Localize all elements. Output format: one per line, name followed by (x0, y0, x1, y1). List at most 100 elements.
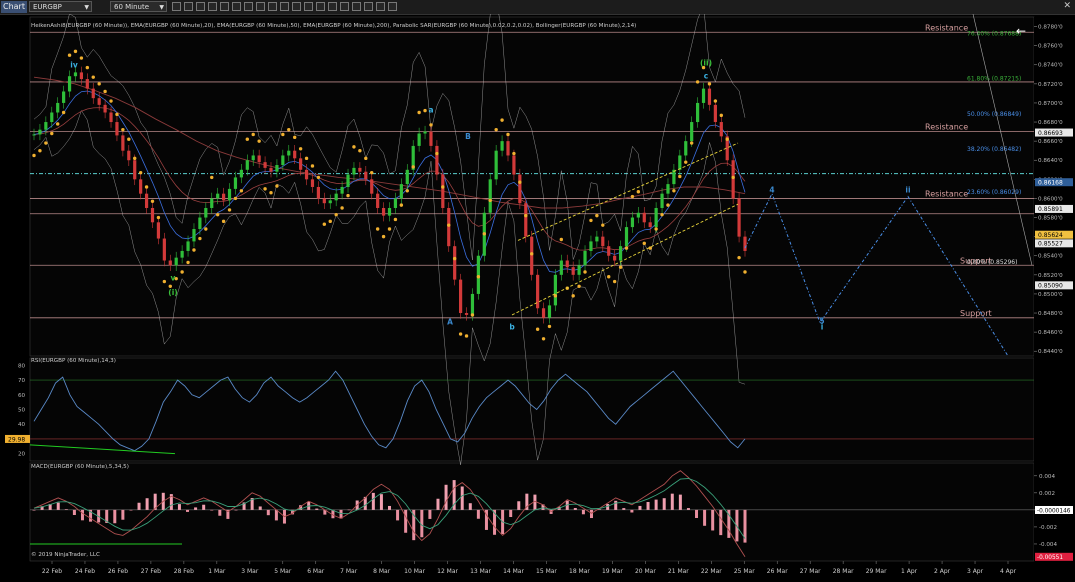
strategies-icon[interactable] (244, 2, 253, 11)
candle-body-70 (447, 207, 451, 247)
macd-hist-bar-44 (388, 505, 391, 510)
data-box-icon[interactable] (352, 2, 361, 11)
chevron-down-icon: ▼ (84, 4, 89, 11)
crosshair-icon[interactable] (196, 2, 205, 11)
line-tool-icon[interactable] (280, 2, 289, 11)
cursor-icon[interactable] (184, 2, 193, 11)
candle-body-39 (263, 162, 267, 168)
chart-tab[interactable]: Chart (1, 1, 27, 13)
sar-dot-60 (387, 227, 392, 231)
price-badge-label-0: 0.86693 (1038, 130, 1063, 137)
sar-dot-32 (221, 219, 226, 224)
candle-body-90 (565, 260, 569, 268)
print-icon[interactable] (388, 2, 397, 11)
sar-dot-73 (464, 334, 469, 338)
macd-hist-bar-30 (274, 509, 278, 521)
zoom-out-icon[interactable] (220, 2, 229, 11)
close-icon[interactable]: ✕ (1063, 1, 1071, 11)
candle-body-73 (464, 313, 469, 315)
date-tick-label-24: 28 Mar (833, 568, 854, 575)
candle-body-49 (322, 198, 326, 204)
macd-hist-bar-22 (210, 509, 214, 511)
candle-body-80 (506, 141, 510, 156)
drawing-tools-icon[interactable] (268, 2, 277, 11)
sar-dot-97 (607, 275, 611, 279)
candle-body-52 (340, 186, 344, 194)
macd-hist-bar-69 (589, 509, 593, 519)
rsi-tick-label-4: 40 (18, 422, 26, 428)
date-tick-label-0: 22 Feb (42, 568, 62, 575)
candle-body-38 (257, 155, 261, 163)
sar-dot-87 (547, 324, 552, 329)
sar-dot-94 (589, 218, 593, 223)
tile-icon[interactable] (328, 2, 337, 11)
sar-dot-72 (458, 332, 463, 336)
sar-dot-62 (399, 203, 404, 207)
wave-label-11: 4 (769, 186, 774, 195)
candle-body-83 (524, 203, 528, 237)
instrument-dropdown[interactable]: EURGBP ▼ (29, 1, 92, 12)
candle-body-104 (648, 222, 652, 228)
candle-body-92 (577, 265, 581, 275)
sar-dot-34 (233, 196, 238, 201)
candle-body-35 (239, 169, 243, 178)
fib-label-2: 50.00% (0.86849) (967, 111, 1021, 118)
properties-icon[interactable] (256, 2, 265, 11)
candle-body-40 (269, 167, 273, 172)
alert-icon[interactable] (376, 2, 385, 11)
global-crosshair-icon[interactable] (364, 2, 373, 11)
candle-body-74 (470, 293, 475, 315)
sar-dot-77 (488, 198, 492, 203)
sar-dot-31 (215, 212, 220, 217)
sar-dot-81 (512, 151, 516, 156)
sar-dot-56 (364, 156, 368, 161)
indicators-icon[interactable] (232, 2, 241, 11)
zoom-in-icon[interactable] (208, 2, 217, 11)
candle-body-95 (595, 236, 599, 242)
candle-body-94 (589, 241, 593, 251)
level-label-2: Resistance (925, 123, 968, 132)
sar-dot-3 (50, 131, 54, 136)
date-tick-label-7: 5 Mar (274, 568, 292, 575)
candle-body-32 (222, 193, 226, 201)
candle-body-46 (304, 169, 309, 180)
macd-hist-bar-81 (686, 508, 690, 510)
date-tick-label-17: 19 Mar (602, 568, 623, 575)
candle-body-106 (660, 193, 664, 208)
interval-dropdown[interactable]: 60 Minute ▼ (110, 1, 167, 12)
sar-dot-86 (541, 337, 546, 341)
candle-body-100 (624, 227, 629, 247)
sar-dot-51 (334, 212, 338, 217)
price-tick-label-10: 0.8580'0 (1038, 216, 1063, 222)
wave-label-4: A (447, 317, 453, 326)
candle-body-12 (103, 104, 107, 113)
date-tick-label-8: 6 Mar (307, 568, 325, 575)
date-tick-label-1: 24 Feb (75, 568, 95, 575)
sar-dot-17 (133, 156, 137, 161)
date-tick-label-21: 25 Mar (734, 568, 755, 575)
copyright: © 2019 NinjaTrader, LLC (31, 551, 100, 558)
fib-label-0: 76.40% (0.87688) (967, 31, 1021, 38)
wave-label-0: iv (70, 61, 78, 70)
sar-dot-36 (245, 137, 249, 141)
sar-dot-116 (719, 113, 723, 118)
snapshot-icon[interactable] (316, 2, 325, 11)
candle-body-82 (518, 174, 522, 204)
candle-body-58 (376, 193, 380, 208)
candle-body-108 (672, 169, 676, 185)
sar-dot-91 (571, 294, 575, 298)
text-tool-icon[interactable] (304, 2, 313, 11)
ray-tool-icon[interactable] (292, 2, 301, 11)
date-tick-label-14: 14 Mar (503, 568, 524, 575)
macd-hist-bar-3 (56, 502, 60, 510)
candle-body-24 (174, 257, 178, 266)
macd-hist-bar-5 (72, 509, 76, 516)
chart-trader-icon[interactable] (340, 2, 349, 11)
wave-label-3: a (428, 105, 433, 114)
candle-body-4 (56, 102, 60, 113)
sar-dot-44 (293, 135, 297, 140)
bar-chart-icon[interactable] (172, 2, 181, 11)
back-arrow-icon[interactable]: ← (1016, 24, 1026, 38)
candle-body-33 (227, 188, 232, 201)
sar-dot-30 (210, 175, 214, 180)
